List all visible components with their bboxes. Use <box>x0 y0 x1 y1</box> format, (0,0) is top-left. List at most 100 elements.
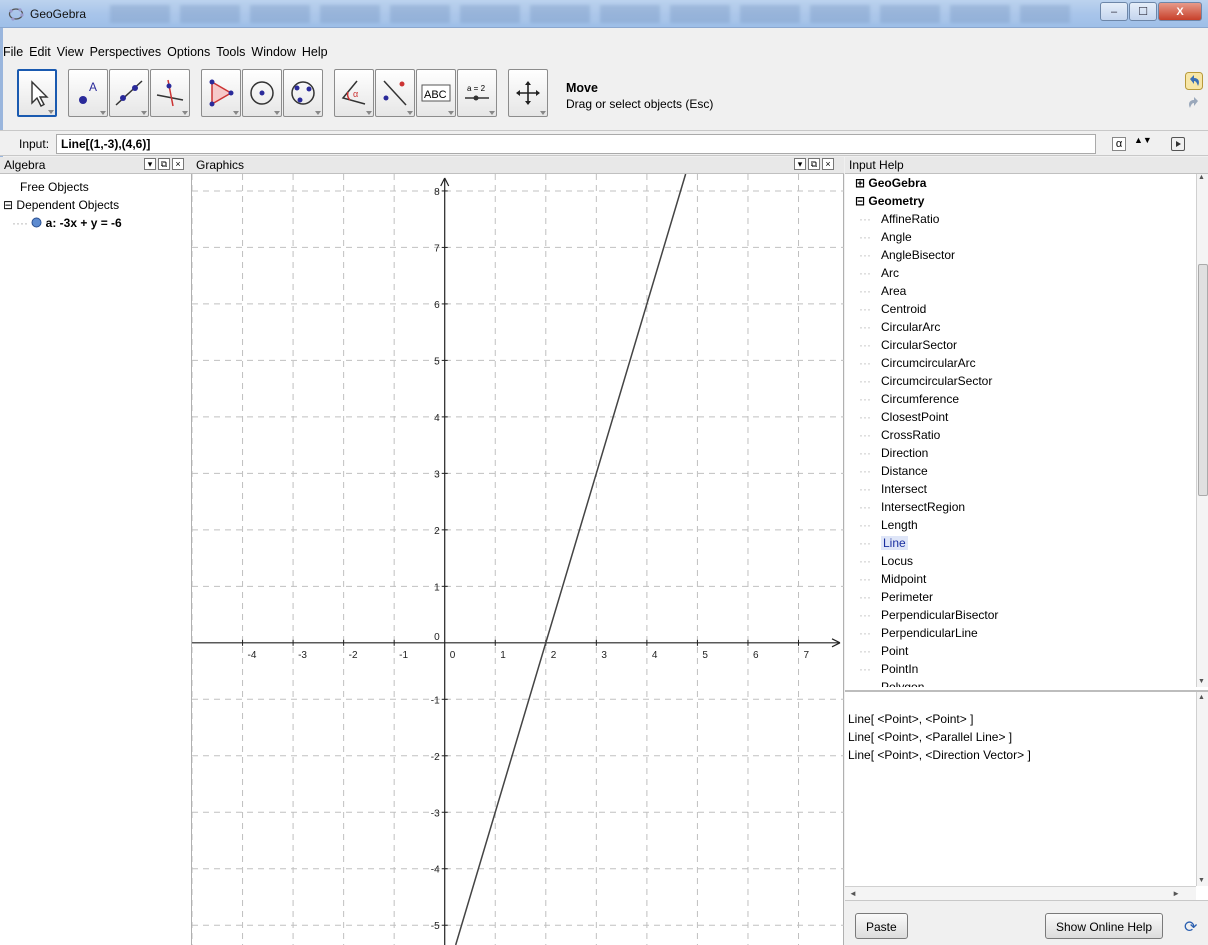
circle-center-tool-button[interactable] <box>242 69 282 117</box>
reflect-tool-button[interactable] <box>375 69 415 117</box>
command-item[interactable]: Area <box>881 284 906 298</box>
menu-edit[interactable]: Edit <box>26 44 54 64</box>
symbol-picker-button[interactable]: α <box>1112 137 1126 151</box>
graphics-canvas[interactable]: -4 -3 -2 -1 0 1 2 3 4 5 6 7 8 7 6 5 4 3 2 1 0 -1 -2 -3 -4 -5 <box>192 174 844 945</box>
scroll-down-icon[interactable]: ▼ <box>1198 877 1205 884</box>
point-tool-button[interactable]: A <box>68 69 108 117</box>
input-help-toggle-button[interactable] <box>1171 137 1185 151</box>
command-item[interactable]: Midpoint <box>881 572 926 586</box>
menu-perspectives[interactable]: Perspectives <box>87 44 165 64</box>
tree-connector: ··· <box>859 554 871 568</box>
command-item[interactable]: Point <box>881 644 908 658</box>
syntax-scrollbar[interactable]: ▲ ▼ <box>1196 692 1208 886</box>
move-graphics-tool-button[interactable] <box>508 69 548 117</box>
command-item[interactable]: PointIn <box>881 662 918 676</box>
refresh-icon[interactable]: ⟳ <box>1184 917 1197 937</box>
polygon-tool-button[interactable] <box>201 69 241 117</box>
syntax-line[interactable]: Line[ <Point>, <Direction Vector> ] <box>848 748 1031 762</box>
command-item[interactable]: AngleBisector <box>881 248 955 262</box>
command-item[interactable]: Intersect <box>881 482 927 496</box>
expand-icon[interactable]: ⊞ <box>855 176 865 190</box>
command-item[interactable]: Length <box>881 518 918 532</box>
undock-icon[interactable]: ⧉ <box>808 158 820 170</box>
command-item[interactable]: CircularSector <box>881 338 957 352</box>
command-item[interactable]: CircumcircularArc <box>881 356 976 370</box>
syntax-line[interactable]: Line[ <Point>, <Parallel Line> ] <box>848 730 1012 744</box>
algebra-item[interactable]: ···· a: -3x + y = -6 <box>12 216 122 230</box>
show-online-help-button[interactable]: Show Online Help <box>1045 913 1164 939</box>
command-item[interactable]: Direction <box>881 446 928 460</box>
tree-connector: ··· <box>859 392 871 406</box>
scrollbar-thumb[interactable] <box>1198 264 1208 496</box>
close-button[interactable]: X <box>1158 2 1202 21</box>
category-geometry[interactable]: ⊟ Geometry <box>855 194 924 208</box>
input-history-spinner[interactable]: ▲▼ <box>1134 136 1152 145</box>
free-objects-node[interactable]: Free Objects <box>20 180 89 194</box>
minimize-button[interactable]: – <box>1100 2 1128 21</box>
command-item[interactable]: Locus <box>881 554 913 568</box>
command-item[interactable]: CircularArc <box>881 320 940 334</box>
perpendicular-tool-button[interactable] <box>150 69 190 117</box>
collapse-icon[interactable]: ⊟ <box>3 198 13 212</box>
command-item[interactable]: Circumference <box>881 392 959 406</box>
command-item[interactable]: Centroid <box>881 302 926 316</box>
command-item[interactable]: Line <box>881 536 908 550</box>
maximize-button[interactable]: ☐ <box>1129 2 1157 21</box>
command-item[interactable]: Perimeter <box>881 590 933 604</box>
line-a[interactable] <box>454 174 687 945</box>
scroll-up-icon[interactable]: ▲ <box>1198 694 1205 701</box>
category-geogebra[interactable]: ⊞ GeoGebra <box>855 176 926 190</box>
command-item[interactable]: PerpendicularLine <box>881 626 978 640</box>
undo-button[interactable] <box>1185 72 1203 90</box>
undock-icon[interactable]: ⧉ <box>158 158 170 170</box>
command-item[interactable]: Arc <box>881 266 899 280</box>
menu-tools[interactable]: Tools <box>213 44 248 64</box>
scroll-right-icon[interactable]: ► <box>1172 889 1180 898</box>
command-item[interactable]: PerpendicularBisector <box>881 608 998 622</box>
graphics-view[interactable]: -4 -3 -2 -1 0 1 2 3 4 5 6 7 8 7 6 5 4 3 2 1 0 -1 -2 -3 -4 -5 <box>192 174 844 945</box>
menu-file[interactable]: File <box>0 44 26 64</box>
menu-window[interactable]: Window <box>248 44 298 64</box>
command-item[interactable]: Polygon <box>881 680 924 687</box>
scroll-left-icon[interactable]: ◄ <box>849 889 857 898</box>
menu-help[interactable]: Help <box>299 44 331 64</box>
command-item[interactable]: Angle <box>881 230 912 244</box>
text-tool-button[interactable]: ABC <box>416 69 456 117</box>
tree-connector: ··· <box>859 464 871 478</box>
close-panel-icon[interactable]: × <box>172 158 184 170</box>
move-tool-button[interactable] <box>17 69 57 117</box>
collapse-icon[interactable]: ⊟ <box>855 194 865 208</box>
command-item[interactable]: CrossRatio <box>881 428 940 442</box>
command-item[interactable]: AffineRatio <box>881 212 939 226</box>
y-tick-label: 3 <box>434 469 440 480</box>
input-field[interactable]: Line[(1,-3),(4,6)] <box>56 134 1096 154</box>
command-item[interactable]: CircumcircularSector <box>881 374 992 388</box>
panel-menu-icon[interactable]: ▾ <box>794 158 806 170</box>
y-tick-label: 6 <box>434 300 440 311</box>
x-tick-label: 7 <box>804 650 810 661</box>
paste-button[interactable]: Paste <box>855 913 908 939</box>
syntax-line[interactable]: Line[ <Point>, <Point> ] <box>848 712 973 726</box>
scroll-down-icon[interactable]: ▼ <box>1198 678 1205 685</box>
x-tick-label: -1 <box>399 650 408 661</box>
angle-tool-button[interactable]: α <box>334 69 374 117</box>
input-help-title: Input Help <box>849 158 904 172</box>
scroll-up-icon[interactable]: ▲ <box>1198 174 1205 181</box>
panel-menu-icon[interactable]: ▾ <box>144 158 156 170</box>
line-tool-button[interactable] <box>109 69 149 117</box>
command-item[interactable]: ClosestPoint <box>881 410 948 424</box>
command-item[interactable]: Distance <box>881 464 928 478</box>
menu-view[interactable]: View <box>54 44 87 64</box>
visibility-toggle-icon[interactable] <box>31 217 42 228</box>
close-panel-icon[interactable]: × <box>822 158 834 170</box>
command-item[interactable]: IntersectRegion <box>881 500 965 514</box>
slider-tool-button[interactable]: a = 2 <box>457 69 497 117</box>
dependent-objects-node[interactable]: ⊟ Dependent Objects <box>3 198 119 212</box>
circle-three-points-tool-button[interactable] <box>283 69 323 117</box>
menu-options[interactable]: Options <box>164 44 213 64</box>
syntax-horizontal-scrollbar[interactable]: ◄ ► <box>845 886 1196 900</box>
redo-button[interactable] <box>1185 94 1203 112</box>
command-tree-scrollbar[interactable]: ▲ ▼ <box>1196 174 1208 687</box>
toolbar: A α ABC a = 2 <box>17 66 549 120</box>
x-tick-label: 2 <box>551 650 557 661</box>
